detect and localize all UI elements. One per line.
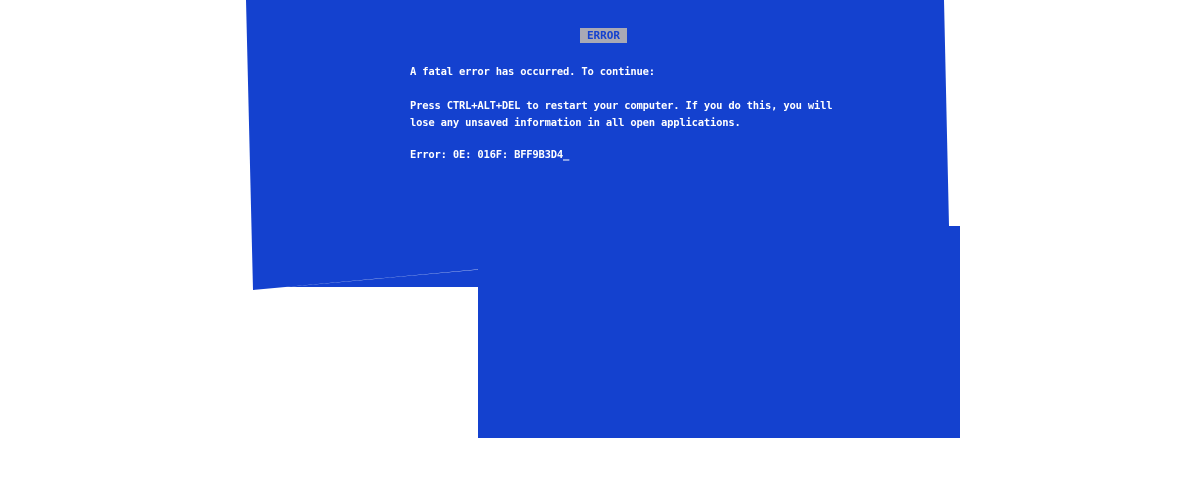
error-code: Error: 0E: 016F: BFF9B3D4_: [410, 149, 570, 161]
error-badge: ERROR: [580, 28, 627, 43]
fatal-error-message: A fatal error has occurred. To continue:: [410, 66, 655, 78]
restart-instructions-line-2: lose any unsaved information in all open…: [410, 117, 741, 129]
screen-area: ERROR A fatal error has occurred. To con…: [0, 0, 1200, 500]
restart-instructions: Press CTRL+ALT+DEL to restart your compu…: [410, 98, 870, 132]
blue-screen-lower-panel: [478, 226, 960, 438]
restart-instructions-line-1: Press CTRL+ALT+DEL to restart your compu…: [410, 100, 833, 112]
